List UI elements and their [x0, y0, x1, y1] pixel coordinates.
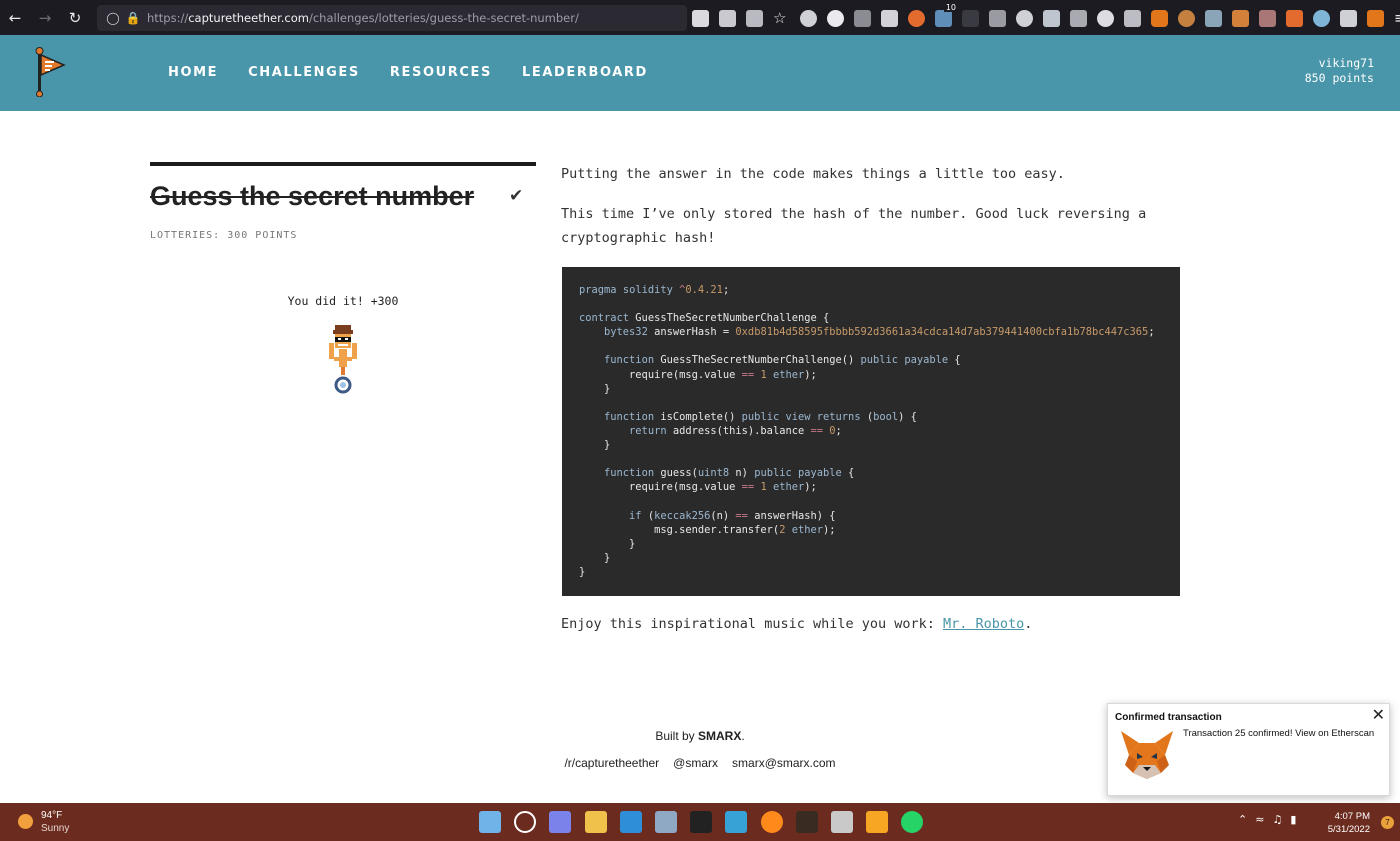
cookie-icon[interactable] [1097, 9, 1114, 27]
dots-icon[interactable] [962, 9, 979, 27]
vscode-icon[interactable] [619, 811, 642, 833]
music-paragraph: Enjoy this inspirational music while you… [561, 616, 1033, 632]
metamask-fox-icon [1121, 731, 1173, 779]
menu-icon[interactable]: ≡ [1394, 9, 1400, 27]
challenge-title: Guess the secret number [150, 181, 475, 211]
clipboard-icon[interactable] [1070, 9, 1087, 27]
notes-icon[interactable] [989, 9, 1006, 27]
notification-count[interactable]: 7 [1381, 816, 1394, 829]
box-icon[interactable] [830, 811, 853, 833]
clock-date: 5/31/2022 [1327, 824, 1370, 835]
footer-credit: Built by SMARX. [655, 729, 745, 743]
sun-icon[interactable] [18, 814, 33, 829]
clock[interactable]: 4:07 PM 5/31/2022 [1328, 810, 1370, 836]
weather-description[interactable]: Sunny [41, 823, 69, 834]
url-bar[interactable]: ◯ 🔒 https://capturetheether.com/challeng… [97, 5, 687, 31]
taskbar: 94°F Sunny ⌃ ≈ ♫ ▮ 4:07 PM 5/31/2022 7 [0, 803, 1400, 841]
nav-leaderboard[interactable]: LEADERBOARD [522, 65, 648, 80]
user-info[interactable]: viking71 850 points [1305, 56, 1374, 86]
system-tray: ⌃ ≈ ♫ ▮ [1238, 813, 1304, 826]
title-rule [150, 162, 536, 166]
terminal-icon[interactable] [690, 811, 713, 833]
browser-toolbar: ← → ↻ ◯ 🔒 https://capturetheether.com/ch… [0, 0, 1400, 35]
code-text: pragma solidity ^0.4.21; contract GuessT… [579, 284, 1155, 578]
app-icon[interactable] [654, 811, 677, 833]
pocket-icon[interactable] [800, 9, 817, 27]
whatsapp-icon[interactable] [901, 811, 924, 833]
footer-links: /r/capturetheether @smarx smarx@smarx.co… [500, 756, 900, 770]
extension-icons: ☆ 10 ≡ [692, 2, 1400, 30]
reddit-link[interactable]: /r/capturetheether [564, 756, 659, 770]
r-icon[interactable] [1259, 9, 1276, 27]
teams-icon[interactable] [549, 811, 572, 833]
azure-icon[interactable] [725, 811, 748, 833]
extensions-icon[interactable] [719, 9, 736, 27]
lock-icon[interactable]: 🔒 [123, 11, 143, 25]
metamask-icon[interactable] [1151, 9, 1168, 27]
weather-temp[interactable]: 94°F [41, 810, 62, 821]
url-text[interactable]: https://capturetheether.com/challenges/l… [147, 11, 579, 25]
puzzle-app-icon[interactable] [866, 811, 889, 833]
firefox-icon[interactable] [760, 811, 783, 833]
notification-title: Confirmed transaction [1115, 712, 1222, 723]
start-icon[interactable] [479, 811, 501, 833]
username[interactable]: viking71 [1305, 56, 1374, 71]
profile-icon[interactable] [1313, 9, 1330, 27]
wifi-icon[interactable]: ≈ [1255, 813, 1264, 826]
back-icon[interactable]: ← [0, 0, 30, 35]
nav-home[interactable]: HOME [168, 65, 218, 80]
ycombinator-icon[interactable] [1124, 9, 1141, 27]
apps-icon[interactable] [881, 9, 898, 27]
main-nav: HOME CHALLENGES RESOURCES LEADERBOARD [168, 65, 678, 80]
taskbar-apps [479, 811, 936, 833]
site-header: HOME CHALLENGES RESOURCES LEADERBOARD vi… [0, 35, 1400, 111]
puzzle-icon[interactable] [1340, 9, 1357, 27]
extension-icon[interactable] [854, 9, 871, 27]
twitter-link[interactable]: @smarx [673, 756, 718, 770]
shield-icon[interactable]: ◯ [103, 11, 123, 25]
search-icon[interactable] [514, 811, 537, 833]
close-icon[interactable]: ✕ [1372, 705, 1385, 724]
star-icon[interactable]: ☆ [773, 9, 790, 27]
chevron-up-icon[interactable]: ⌃ [1238, 813, 1247, 826]
clock-time: 4:07 PM [1334, 811, 1370, 822]
translate-alt-icon[interactable] [1043, 9, 1060, 27]
volume-icon[interactable]: ♫ [1272, 813, 1282, 826]
pixel-character-icon [329, 325, 357, 394]
email-link[interactable]: smarx@smarx.com [732, 756, 836, 770]
vimium-icon[interactable] [827, 9, 844, 27]
file-explorer-icon[interactable] [584, 811, 607, 833]
description-paragraph: This time I’ve only stored the hash of t… [561, 206, 1147, 246]
author-link[interactable]: SMARX [698, 729, 741, 743]
challenge-meta: LOTTERIES: 300 POINTS [150, 230, 298, 241]
avatar-app-icon[interactable] [795, 811, 818, 833]
fox-alt-icon[interactable] [1367, 9, 1384, 27]
cookie-alt-icon[interactable] [1178, 9, 1195, 27]
reader-icon[interactable] [692, 9, 709, 27]
fox-icon[interactable] [1232, 9, 1249, 27]
forward-icon[interactable]: → [30, 0, 60, 35]
notification-body[interactable]: Transaction 25 confirmed! View on Ethers… [1183, 728, 1374, 739]
battery-icon[interactable]: ▮ [1290, 813, 1296, 826]
ublock-icon[interactable] [908, 9, 925, 27]
code-block: pragma solidity ^0.4.21; contract GuessT… [562, 267, 1180, 596]
badge-extension-icon[interactable]: 10 [935, 2, 958, 27]
metamask-alt-icon[interactable] [1286, 9, 1303, 27]
blocker-icon[interactable] [1016, 9, 1033, 27]
translate-icon[interactable] [746, 9, 763, 27]
flag-logo-icon[interactable] [34, 47, 66, 97]
intro-paragraph: Putting the answer in the code makes thi… [561, 166, 1065, 182]
notification-toast[interactable]: Confirmed transaction ✕ Transaction 25 c… [1107, 703, 1390, 796]
nav-challenges[interactable]: CHALLENGES [248, 65, 360, 80]
music-link[interactable]: Mr. Roboto [943, 616, 1024, 632]
success-message: You did it! +300 [287, 294, 399, 308]
user-points: 850 points [1304, 71, 1374, 85]
reload-icon[interactable]: ↻ [60, 0, 90, 35]
nav-resources[interactable]: RESOURCES [390, 65, 492, 80]
check-icon: ✔ [509, 186, 524, 206]
wallet-icon[interactable] [1205, 9, 1222, 27]
